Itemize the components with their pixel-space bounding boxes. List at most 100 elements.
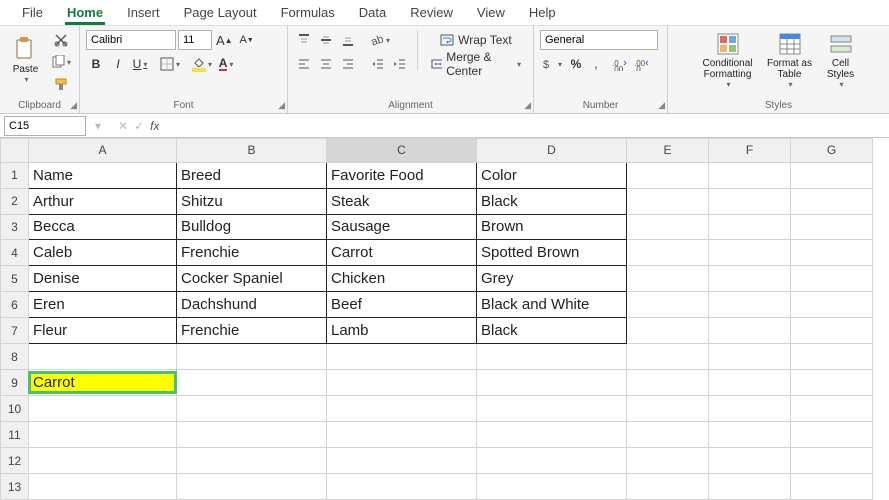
tab-insert[interactable]: Insert bbox=[115, 1, 172, 24]
percent-button[interactable]: % bbox=[566, 54, 586, 74]
comma-button[interactable]: , bbox=[588, 54, 608, 74]
worksheet[interactable]: A B C D E F G 1 Name Breed Favorite Food… bbox=[0, 138, 889, 500]
cell-B1[interactable]: Breed bbox=[177, 165, 326, 186]
row-header-10[interactable]: 10 bbox=[1, 396, 29, 422]
cell-C2[interactable]: Steak bbox=[327, 191, 476, 212]
align-middle-button[interactable] bbox=[316, 30, 336, 50]
increase-decimal-button[interactable]: .0.00 bbox=[610, 54, 630, 74]
row-header-6[interactable]: 6 bbox=[1, 292, 29, 318]
fill-color-button[interactable] bbox=[190, 54, 214, 74]
cell-C3[interactable]: Sausage bbox=[327, 216, 476, 237]
grid[interactable]: A B C D E F G 1 Name Breed Favorite Food… bbox=[0, 138, 873, 500]
clipboard-launcher[interactable]: ◢ bbox=[70, 100, 77, 111]
tab-data[interactable]: Data bbox=[347, 1, 398, 24]
tab-help[interactable]: Help bbox=[517, 1, 568, 24]
increase-font-button[interactable]: A▲ bbox=[214, 30, 235, 50]
cell-B4[interactable]: Frenchie bbox=[177, 242, 326, 263]
conditional-formatting-button[interactable]: Conditional Formatting bbox=[695, 30, 761, 90]
col-header-F[interactable]: F bbox=[709, 139, 791, 163]
font-name-input[interactable] bbox=[86, 30, 176, 50]
cell-B5[interactable]: Cocker Spaniel bbox=[177, 268, 326, 289]
number-launcher[interactable]: ◢ bbox=[658, 100, 665, 111]
cell-G1[interactable] bbox=[791, 173, 872, 177]
tab-formulas[interactable]: Formulas bbox=[269, 1, 347, 24]
underline-button[interactable]: U bbox=[130, 54, 150, 74]
cell-D7[interactable]: Black bbox=[477, 320, 626, 341]
cell-C6[interactable]: Beef bbox=[327, 294, 476, 315]
tab-page-layout[interactable]: Page Layout bbox=[172, 1, 269, 24]
decrease-decimal-button[interactable]: .00.0 bbox=[632, 54, 652, 74]
row-header-9[interactable]: 9 bbox=[1, 370, 29, 396]
row-header-11[interactable]: 11 bbox=[1, 422, 29, 448]
bold-button[interactable]: B bbox=[86, 54, 106, 74]
name-box-dropdown[interactable]: ▾ bbox=[88, 116, 108, 136]
font-color-button[interactable]: A bbox=[216, 54, 236, 74]
cell-C5[interactable]: Chicken bbox=[327, 268, 476, 289]
cell-E1[interactable] bbox=[627, 173, 708, 177]
decrease-font-button[interactable]: A▼ bbox=[237, 30, 257, 50]
tab-home[interactable]: Home bbox=[55, 1, 115, 24]
italic-button[interactable]: I bbox=[108, 54, 128, 74]
formula-input[interactable] bbox=[159, 116, 889, 136]
accounting-format-button[interactable]: $ bbox=[540, 54, 564, 74]
tab-review[interactable]: Review bbox=[398, 1, 465, 24]
cell-A5[interactable]: Denise bbox=[29, 268, 176, 289]
paste-button[interactable]: Paste bbox=[6, 30, 45, 90]
col-header-B[interactable]: B bbox=[177, 139, 327, 163]
cell-D6[interactable]: Black and White bbox=[477, 294, 626, 315]
format-painter-button[interactable] bbox=[49, 74, 73, 94]
row-header-8[interactable]: 8 bbox=[1, 344, 29, 370]
borders-button[interactable] bbox=[158, 54, 182, 74]
cell-C4[interactable]: Carrot bbox=[327, 242, 476, 263]
font-launcher[interactable]: ◢ bbox=[278, 100, 285, 111]
align-center-button[interactable] bbox=[316, 54, 336, 74]
orientation-button[interactable]: ab bbox=[368, 30, 392, 50]
col-header-D[interactable]: D bbox=[477, 139, 627, 163]
font-size-input[interactable] bbox=[178, 30, 212, 50]
align-top-button[interactable] bbox=[294, 30, 314, 50]
enter-formula-icon[interactable]: ✓ bbox=[134, 119, 144, 133]
row-header-12[interactable]: 12 bbox=[1, 448, 29, 474]
col-header-C[interactable]: C bbox=[327, 139, 477, 163]
copy-button[interactable] bbox=[49, 52, 73, 72]
cell-D4[interactable]: Spotted Brown bbox=[477, 242, 626, 263]
cell-A4[interactable]: Caleb bbox=[29, 242, 176, 263]
cell-A9[interactable]: Carrot bbox=[29, 372, 176, 393]
row-header-5[interactable]: 5 bbox=[1, 266, 29, 292]
cell-D2[interactable]: Black bbox=[477, 191, 626, 212]
wrap-text-button[interactable]: Wrap Text bbox=[425, 30, 527, 50]
row-header-2[interactable]: 2 bbox=[1, 188, 29, 214]
cell-A8[interactable] bbox=[29, 355, 176, 359]
tab-view[interactable]: View bbox=[465, 1, 517, 24]
cell-A3[interactable]: Becca bbox=[29, 216, 176, 237]
increase-indent-button[interactable] bbox=[390, 54, 410, 74]
col-header-G[interactable]: G bbox=[791, 139, 873, 163]
cell-B2[interactable]: Shitzu bbox=[177, 191, 326, 212]
cell-B7[interactable]: Frenchie bbox=[177, 320, 326, 341]
format-as-table-button[interactable]: Format as Table bbox=[765, 30, 815, 90]
row-header-4[interactable]: 4 bbox=[1, 240, 29, 266]
cell-D1[interactable]: Color bbox=[477, 165, 626, 186]
cancel-formula-icon[interactable]: ✕ bbox=[118, 119, 128, 133]
cell-C7[interactable]: Lamb bbox=[327, 320, 476, 341]
decrease-indent-button[interactable] bbox=[368, 54, 388, 74]
cell-C1[interactable]: Favorite Food bbox=[327, 165, 476, 186]
merge-center-button[interactable]: Merge & Center bbox=[425, 54, 527, 74]
tab-file[interactable]: File bbox=[10, 1, 55, 24]
row-header-13[interactable]: 13 bbox=[1, 474, 29, 500]
cell-F1[interactable] bbox=[709, 173, 790, 177]
cell-styles-button[interactable]: Cell Styles bbox=[819, 30, 863, 90]
cell-D5[interactable]: Grey bbox=[477, 268, 626, 289]
cell-B3[interactable]: Bulldog bbox=[177, 216, 326, 237]
cut-button[interactable] bbox=[49, 30, 73, 50]
cell-B6[interactable]: Dachshund bbox=[177, 294, 326, 315]
row-header-7[interactable]: 7 bbox=[1, 318, 29, 344]
row-header-1[interactable]: 1 bbox=[1, 162, 29, 188]
number-format-select[interactable] bbox=[540, 30, 658, 50]
align-right-button[interactable] bbox=[338, 54, 358, 74]
select-all-corner[interactable] bbox=[1, 139, 29, 163]
align-bottom-button[interactable] bbox=[338, 30, 358, 50]
cell-A1[interactable]: Name bbox=[29, 165, 176, 186]
fx-icon[interactable]: fx bbox=[150, 119, 159, 133]
cell-D3[interactable]: Brown bbox=[477, 216, 626, 237]
